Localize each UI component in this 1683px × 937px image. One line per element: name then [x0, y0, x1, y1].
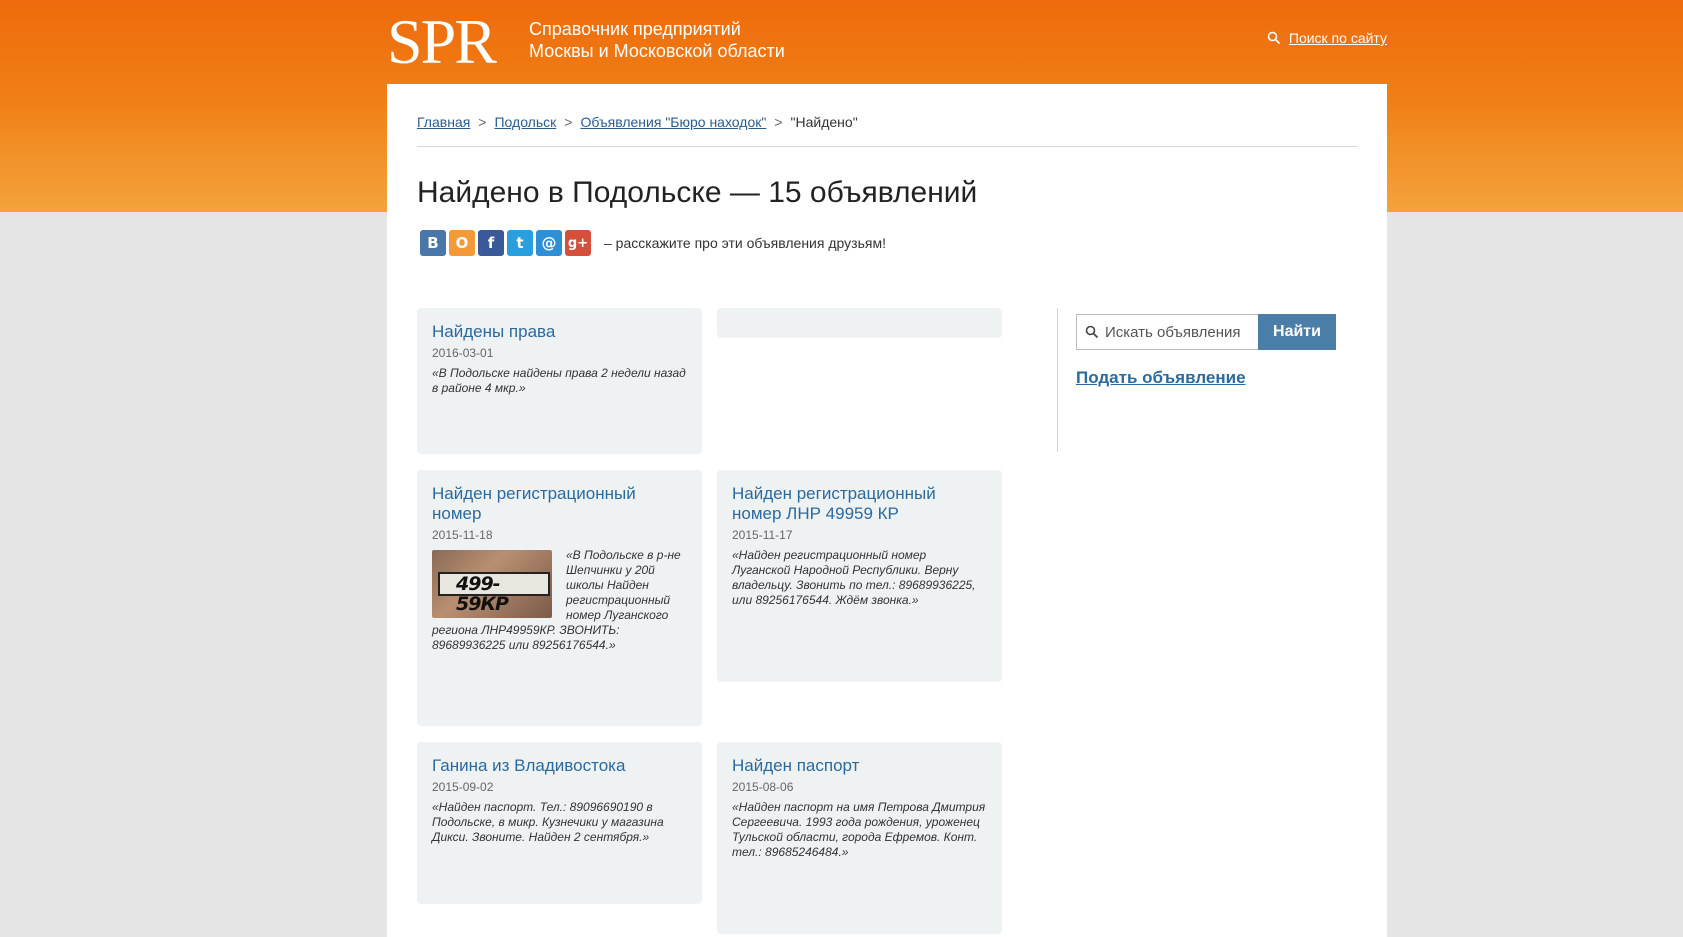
listing-date: 2015-11-17 [732, 528, 793, 542]
site-logo[interactable]: SPR [387, 8, 497, 76]
listing-card[interactable]: Ганина из Владивостока 2015-09-02 «Найде… [417, 742, 702, 904]
listing-date: 2015-11-18 [432, 528, 493, 542]
listing-card-empty [717, 308, 1002, 338]
breadcrumb-home[interactable]: Главная [417, 114, 470, 130]
twitter-icon[interactable]: t [507, 230, 533, 256]
listing-excerpt: «Найден паспорт. Тел.: 89096690190 в Под… [432, 800, 664, 844]
breadcrumb: Главная > Подольск > Объявления "Бюро находо… [417, 114, 1357, 147]
share-bar: В О f t @ g+ – расскажите про эти объявл… [420, 230, 886, 256]
listing-card[interactable]: Найдены права 2016-03-01 «В Подольске на… [417, 308, 702, 454]
listing-excerpt: 499-59КР «В Подольске в р-не Шепчинки у … [432, 548, 687, 653]
facebook-icon[interactable]: f [478, 230, 504, 256]
share-text: – расскажите про эти объявления друзьям! [604, 235, 886, 251]
odnoklassniki-icon[interactable]: О [449, 230, 475, 256]
listing-card[interactable]: Найден регистрационный номер 2015-11-18 … [417, 470, 702, 726]
site-tagline: Справочник предприятий Москвы и Московск… [529, 18, 785, 62]
ads-search-form: Искать объявления Найти [1076, 314, 1347, 350]
listing-excerpt: «Найден паспорт на имя Петрова Дмитрия С… [732, 800, 986, 859]
search-icon [1267, 31, 1281, 45]
main-content: Главная > Подольск > Объявления "Бюро находо… [387, 84, 1387, 937]
listing-date: 2015-09-02 [432, 780, 494, 794]
search-icon [1085, 325, 1099, 339]
breadcrumb-city[interactable]: Подольск [494, 114, 556, 130]
site-header: SPR Справочник предприятий Москвы и Моск… [387, 0, 1387, 84]
listing-card[interactable]: Найден паспорт 2015-08-06 «Найден паспор… [717, 742, 1002, 934]
breadcrumb-separator: > [564, 114, 573, 130]
add-ad-link[interactable]: Подать объявление [1076, 368, 1347, 388]
listing-excerpt: «В Подольске найдены права 2 недели наза… [432, 366, 686, 395]
listing-title[interactable]: Найден паспорт [732, 756, 987, 776]
vk-icon[interactable]: В [420, 230, 446, 256]
ads-search-placeholder: Искать объявления [1105, 323, 1241, 341]
site-search[interactable]: Поиск по сайту [1267, 30, 1387, 46]
listing-date: 2015-08-06 [732, 780, 794, 794]
listing-title[interactable]: Ганина из Владивостока [432, 756, 687, 776]
listing-title[interactable]: Найдены права [432, 322, 687, 342]
tagline-line-1: Справочник предприятий [529, 19, 741, 39]
breadcrumb-section[interactable]: Объявления "Бюро находок" [580, 114, 766, 130]
breadcrumb-separator: > [478, 114, 487, 130]
listing-title[interactable]: Найден регистрационный номер [432, 484, 687, 524]
tagline-line-2: Москвы и Московской области [529, 41, 785, 61]
listing-date: 2016-03-01 [432, 346, 494, 360]
googleplus-icon[interactable]: g+ [565, 230, 591, 256]
ads-search-button[interactable]: Найти [1258, 314, 1336, 350]
listing-title[interactable]: Найден регистрационный номер ЛНР 49959 К… [732, 484, 987, 524]
listing-card[interactable]: Найден регистрационный номер ЛНР 49959 К… [717, 470, 1002, 682]
page-title: Найдено в Подольске — 15 объявлений [417, 176, 978, 209]
sidebar: Искать объявления Найти Подать объявлени… [1057, 308, 1347, 452]
license-plate-photo[interactable]: 499-59КР [432, 550, 552, 618]
mailru-icon[interactable]: @ [536, 230, 562, 256]
breadcrumb-separator: > [774, 114, 783, 130]
listing-excerpt: «Найден регистрационный номер Луганской … [732, 548, 976, 607]
plate-text: 499-59КР [438, 572, 550, 614]
ads-search-input[interactable]: Искать объявления [1076, 314, 1258, 350]
site-search-link[interactable]: Поиск по сайту [1289, 30, 1387, 46]
breadcrumb-current: "Найдено" [790, 114, 858, 130]
